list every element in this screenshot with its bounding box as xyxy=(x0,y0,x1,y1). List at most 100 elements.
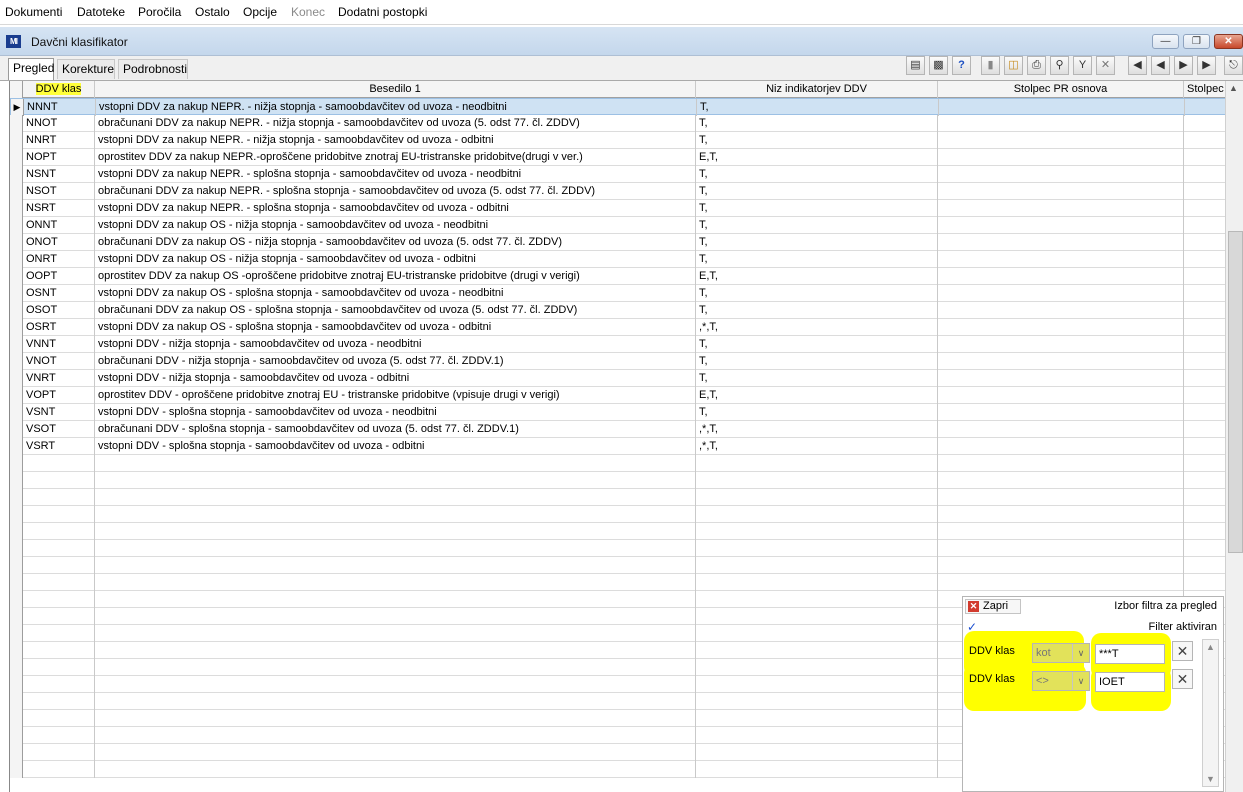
cell-besedilo[interactable]: vstopni DDV - nižja stopnja - samoobdavč… xyxy=(95,370,696,387)
cell-ddv-klas[interactable] xyxy=(23,574,95,591)
cell-besedilo[interactable] xyxy=(95,676,696,693)
cell-stolpec-p[interactable] xyxy=(1183,557,1226,574)
cell-stolpec-p[interactable] xyxy=(1183,523,1226,540)
table-row[interactable]: VSNT vstopni DDV - splošna stopnja - samo… xyxy=(10,404,1226,421)
cell-besedilo[interactable]: oprostitev DDV za nakup NEPR.-oproščene … xyxy=(95,149,696,166)
scroll-down-icon[interactable]: ▼ xyxy=(1206,774,1215,784)
cell-ddv-klas[interactable]: ONOT xyxy=(23,234,95,251)
cell-stolpec-p[interactable] xyxy=(1183,302,1226,319)
cell-ddv-klas[interactable]: NNRT xyxy=(23,132,95,149)
cell-niz-indikatorjev[interactable] xyxy=(696,472,938,489)
cell-stolpec-p[interactable] xyxy=(1183,489,1226,506)
table-row[interactable]: OSOT obračunani DDV za nakup OS - splošna… xyxy=(10,302,1226,319)
cell-stolpec-pr-osnova[interactable] xyxy=(938,404,1183,421)
cell-besedilo[interactable] xyxy=(95,727,696,744)
cell-niz-indikatorjev[interactable]: T, xyxy=(696,336,938,353)
cell-stolpec-pr-osnova[interactable] xyxy=(938,455,1183,472)
export-icon[interactable]: ▩ xyxy=(929,56,948,75)
cell-ddv-klas[interactable]: OOPT xyxy=(23,268,95,285)
table-row[interactable]: NNOT obračunani DDV za nakup NEPR. - nižj… xyxy=(10,115,1226,132)
cell-stolpec-pr-osnova[interactable] xyxy=(939,99,1184,116)
cell-besedilo[interactable]: obračunani DDV za nakup NEPR. - splošna … xyxy=(95,183,696,200)
cell-ddv-klas[interactable] xyxy=(23,659,95,676)
cell-stolpec-pr-osnova[interactable] xyxy=(938,200,1183,217)
column-header-stolpec-pr-osnova[interactable]: Stolpec PR osnova xyxy=(938,81,1183,98)
table-row[interactable]: OSNT vstopni DDV za nakup OS - splošna st… xyxy=(10,285,1226,302)
cell-niz-indikatorjev[interactable]: T, xyxy=(696,217,938,234)
empty-table-row[interactable] xyxy=(10,540,1226,557)
cell-ddv-klas[interactable] xyxy=(23,608,95,625)
table-row[interactable]: ONRT vstopni DDV za nakup OS - nižja stop… xyxy=(10,251,1226,268)
table-row[interactable]: NNRT vstopni DDV za nakup NEPR. - nižja s… xyxy=(10,132,1226,149)
cell-besedilo[interactable] xyxy=(95,642,696,659)
cell-besedilo[interactable]: vstopni DDV - splošna stopnja - samoobda… xyxy=(95,438,696,455)
cell-stolpec-p[interactable] xyxy=(1183,217,1226,234)
cell-ddv-klas[interactable] xyxy=(23,506,95,523)
cell-stolpec-pr-osnova[interactable] xyxy=(938,217,1183,234)
filter-close-button[interactable]: ✕ Zapri xyxy=(965,599,1021,614)
table-row[interactable]: ONNT vstopni DDV za nakup OS - nižja stop… xyxy=(10,217,1226,234)
cell-besedilo[interactable] xyxy=(95,625,696,642)
cell-besedilo[interactable]: oprostitev DDV za nakup OS -oproščene pr… xyxy=(95,268,696,285)
cell-niz-indikatorjev[interactable] xyxy=(696,455,938,472)
cell-stolpec-p[interactable] xyxy=(1183,455,1226,472)
clear-filter-icon[interactable]: ✕ xyxy=(1096,56,1115,75)
cell-niz-indikatorjev[interactable]: T, xyxy=(696,404,938,421)
close-button[interactable]: ✕ xyxy=(1214,34,1243,49)
cell-besedilo[interactable] xyxy=(95,540,696,557)
cell-niz-indikatorjev[interactable] xyxy=(696,744,938,761)
cell-stolpec-p[interactable] xyxy=(1183,319,1226,336)
cell-niz-indikatorjev[interactable]: E,T, xyxy=(696,149,938,166)
cell-stolpec-p[interactable] xyxy=(1183,115,1226,132)
table-row[interactable]: VOPT oprostitev DDV - oproščene pridobitv… xyxy=(10,387,1226,404)
cell-niz-indikatorjev[interactable]: ,*,T, xyxy=(696,421,938,438)
cell-besedilo[interactable]: obračunani DDV - nižja stopnja - samoobd… xyxy=(95,353,696,370)
cell-ddv-klas[interactable]: VOPT xyxy=(23,387,95,404)
cell-besedilo[interactable]: vstopni DDV za nakup OS - nižja stopnja … xyxy=(95,217,696,234)
cell-besedilo[interactable]: obračunani DDV - splošna stopnja - samoo… xyxy=(95,421,696,438)
new-record-icon[interactable]: ▮ xyxy=(981,56,1000,75)
cell-ddv-klas[interactable]: VSRT xyxy=(23,438,95,455)
cell-niz-indikatorjev[interactable] xyxy=(696,608,938,625)
filter-scrollbar[interactable]: ▲ ▼ xyxy=(1202,639,1219,787)
cell-niz-indikatorjev[interactable]: T, xyxy=(696,115,938,132)
cell-stolpec-pr-osnova[interactable] xyxy=(938,523,1183,540)
tab-podrobnosti[interactable]: Podrobnosti xyxy=(118,59,188,79)
cell-besedilo[interactable]: vstopni DDV za nakup NEPR. - splošna sto… xyxy=(95,200,696,217)
cell-stolpec-p[interactable] xyxy=(1183,370,1226,387)
menu-dokumenti[interactable]: Dokumenti xyxy=(5,5,62,19)
cell-ddv-klas[interactable]: VNRT xyxy=(23,370,95,387)
cell-ddv-klas[interactable] xyxy=(23,557,95,574)
cell-besedilo[interactable]: obračunani DDV za nakup OS - nižja stopn… xyxy=(95,234,696,251)
table-row[interactable]: NSNT vstopni DDV za nakup NEPR. - splošna… xyxy=(10,166,1226,183)
exit-icon[interactable]: ⎋ xyxy=(1224,56,1243,75)
menu-ostalo[interactable]: Ostalo xyxy=(195,5,230,19)
table-row[interactable]: VSRT vstopni DDV - splošna stopnja - samo… xyxy=(10,438,1226,455)
cell-besedilo[interactable] xyxy=(95,591,696,608)
cell-ddv-klas[interactable] xyxy=(23,489,95,506)
cell-stolpec-p[interactable] xyxy=(1183,268,1226,285)
cell-niz-indikatorjev[interactable]: T, xyxy=(696,302,938,319)
table-row[interactable]: VNRT vstopni DDV - nižja stopnja - samoob… xyxy=(10,370,1226,387)
cell-besedilo[interactable]: oprostitev DDV - oproščene pridobitve zn… xyxy=(95,387,696,404)
filter-value-input[interactable]: ***T xyxy=(1095,644,1165,664)
cell-ddv-klas[interactable] xyxy=(23,591,95,608)
cell-stolpec-p[interactable] xyxy=(1183,336,1226,353)
empty-table-row[interactable] xyxy=(10,574,1226,591)
find-icon[interactable]: ⚲ xyxy=(1050,56,1069,75)
scroll-thumb[interactable] xyxy=(1228,231,1243,553)
cell-stolpec-p[interactable] xyxy=(1183,438,1226,455)
cell-stolpec-pr-osnova[interactable] xyxy=(938,251,1183,268)
table-row[interactable]: VNNT vstopni DDV - nižja stopnja - samoob… xyxy=(10,336,1226,353)
cell-besedilo[interactable] xyxy=(95,608,696,625)
help-icon[interactable]: ? xyxy=(952,56,971,75)
cell-stolpec-pr-osnova[interactable] xyxy=(938,166,1183,183)
filter-operator-select[interactable]: kot ∨ xyxy=(1032,643,1090,663)
report-icon[interactable]: ▤ xyxy=(906,56,925,75)
cell-besedilo[interactable]: obračunani DDV za nakup NEPR. - nižja st… xyxy=(95,115,696,132)
filter-value-input[interactable]: IOET xyxy=(1095,672,1165,692)
cell-niz-indikatorjev[interactable] xyxy=(696,574,938,591)
cell-niz-indikatorjev[interactable]: T, xyxy=(696,353,938,370)
cell-ddv-klas[interactable] xyxy=(23,625,95,642)
cell-ddv-klas[interactable]: VSNT xyxy=(23,404,95,421)
